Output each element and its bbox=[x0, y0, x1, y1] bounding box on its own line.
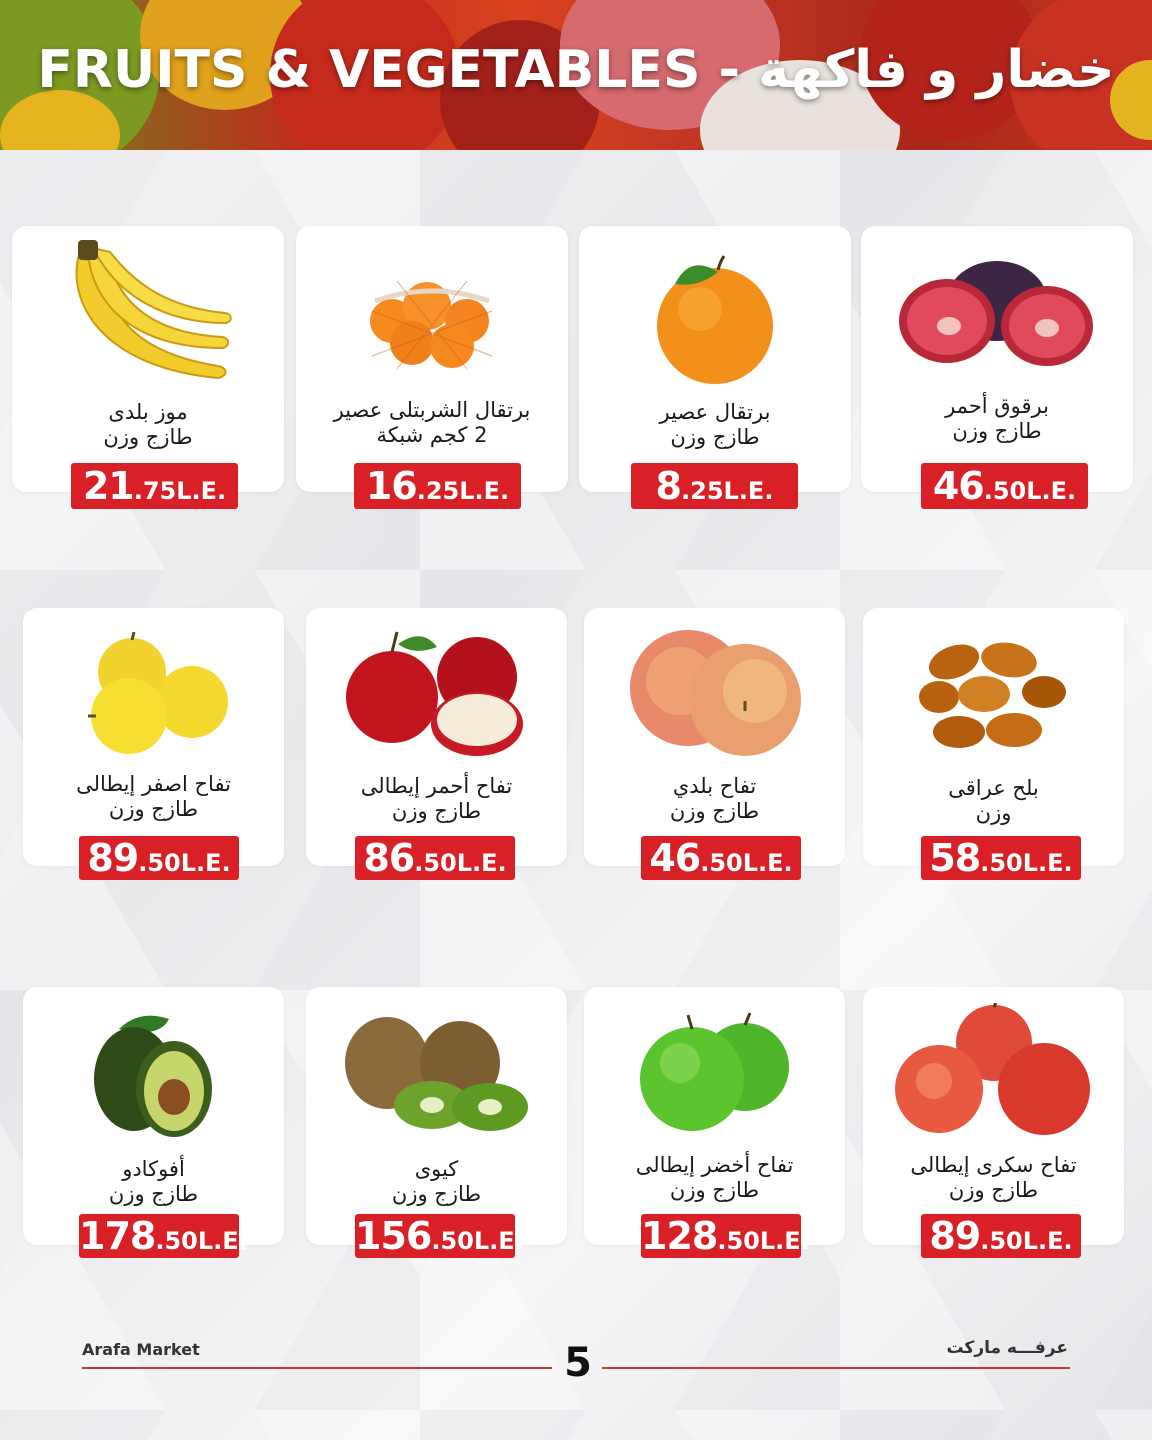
price-badge: 178.50L.E. bbox=[79, 1214, 248, 1258]
product-card[interactable]: كيوى طازج وزن bbox=[306, 987, 567, 1245]
price-badge: 21.75L.E. bbox=[71, 463, 238, 509]
page-number: 5 bbox=[564, 1340, 592, 1386]
yellow-apple-icon bbox=[23, 632, 284, 756]
product-name: تفاح أخضر إيطالى طازج وزن bbox=[635, 1153, 794, 1202]
green-apple-icon bbox=[584, 1011, 845, 1135]
product-card[interactable]: تفاح اصفر إيطالى طازج وزن bbox=[23, 608, 284, 866]
product-name: بلح عراقى وزن bbox=[948, 776, 1039, 825]
price-badge: 86.50L.E. bbox=[355, 836, 515, 880]
footer-divider bbox=[82, 1367, 552, 1369]
price-badge: 156.50L.E. bbox=[355, 1214, 524, 1258]
dates-icon bbox=[863, 632, 1124, 756]
price-badge: 16.25L.E. bbox=[354, 463, 521, 509]
product-name: تفاح بلدي طازج وزن bbox=[669, 774, 760, 823]
product-name: أفوكادو طازج وزن bbox=[108, 1157, 199, 1206]
product-name: برتقال الشربتلى عصير 2 كجم شبكة bbox=[333, 398, 531, 447]
orange-net-icon bbox=[296, 266, 568, 376]
product-card[interactable]: تفاح أخضر إيطالى طازج وزن bbox=[584, 987, 845, 1245]
product-name: برقوق أحمر طازج وزن bbox=[945, 394, 1049, 443]
product-card[interactable]: أفوكادو طازج وزن bbox=[23, 987, 284, 1245]
price-badge: 58.50L.E. bbox=[921, 836, 1081, 880]
banana-icon bbox=[12, 238, 284, 388]
price-badge: 89.50L.E. bbox=[79, 836, 239, 880]
product-name: تفاح سكرى إيطالى طازج وزن bbox=[910, 1153, 1077, 1202]
local-apple-icon bbox=[584, 626, 845, 760]
product-card[interactable]: برتقال الشربتلى عصير 2 كجم شبكة bbox=[296, 226, 568, 492]
product-name: كيوى طازج وزن bbox=[391, 1157, 482, 1206]
product-name: موز بلدى طازج وزن bbox=[103, 400, 193, 449]
plum-icon bbox=[861, 256, 1133, 376]
product-card[interactable]: بلح عراقى وزن bbox=[863, 608, 1124, 866]
page-title: FRUITS & VEGETABLES - خضار و فاكهة bbox=[37, 40, 1115, 100]
product-card[interactable]: تفاح أحمر إيطالى طازج وزن bbox=[306, 608, 567, 866]
price-badge: 46.50L.E. bbox=[921, 463, 1088, 509]
product-card[interactable]: برقوق أحمر طازج وزن bbox=[861, 226, 1133, 492]
product-name: تفاح أحمر إيطالى طازج وزن bbox=[360, 774, 513, 823]
header-banner: FRUITS & VEGETABLES - خضار و فاكهة bbox=[0, 0, 1152, 150]
product-card[interactable]: موز بلدى طازج وزن bbox=[12, 226, 284, 492]
price-badge: 89.50L.E. bbox=[921, 1214, 1081, 1258]
product-card[interactable]: تفاح سكرى إيطالى طازج وزن bbox=[863, 987, 1124, 1245]
footer-brand-en: Arafa Market bbox=[82, 1340, 200, 1359]
avocado-icon bbox=[23, 1009, 284, 1141]
orange-icon bbox=[579, 254, 851, 388]
sugar-apple-icon bbox=[863, 1003, 1124, 1139]
product-card[interactable]: تفاح بلدي طازج وزن bbox=[584, 608, 845, 866]
price-badge: 128.50L.E. bbox=[641, 1214, 810, 1258]
kiwi-icon bbox=[306, 1013, 567, 1137]
footer-divider bbox=[602, 1367, 1070, 1369]
price-badge: 46.50L.E. bbox=[641, 836, 801, 880]
footer-brand-ar: عرفـــه ماركت bbox=[946, 1338, 1068, 1358]
product-card[interactable]: برتقال عصير طازج وزن bbox=[579, 226, 851, 492]
product-name: تفاح اصفر إيطالى طازج وزن bbox=[76, 772, 231, 821]
price-badge: 8.25L.E. bbox=[631, 463, 798, 509]
product-name: برتقال عصير طازج وزن bbox=[659, 400, 771, 449]
red-apple-icon bbox=[306, 622, 567, 762]
